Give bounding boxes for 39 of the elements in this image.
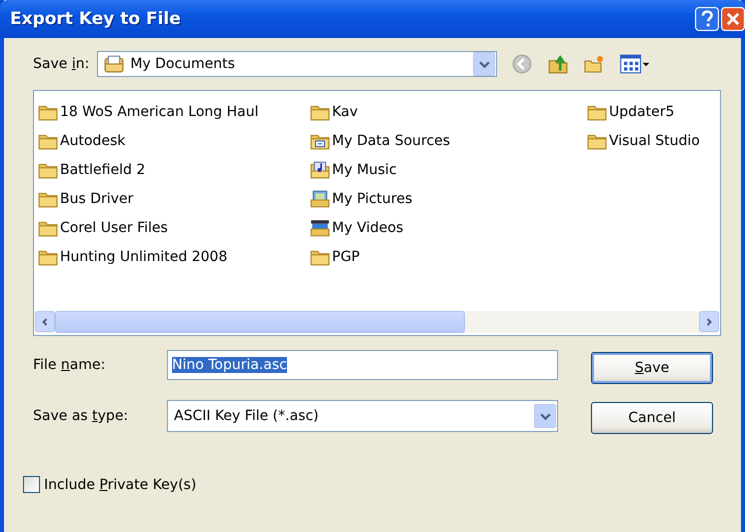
file-item[interactable]: Corel User Files <box>60 220 168 236</box>
music-folder-icon <box>310 160 330 178</box>
file-item[interactable]: Battlefield 2 <box>60 162 146 178</box>
file-item[interactable]: My Data Sources <box>332 132 450 148</box>
include-private-key-label[interactable]: Include Private Key(s) <box>44 476 196 492</box>
save-in-dropdown[interactable]: My Documents <box>97 51 498 77</box>
scroll-right-button[interactable] <box>699 311 719 332</box>
checkbox[interactable] <box>23 476 40 493</box>
save-in-label: Save in: <box>33 56 90 72</box>
views-menu-icon[interactable] <box>619 53 652 75</box>
file-item[interactable]: Updater5 <box>609 104 674 120</box>
file-item[interactable]: My Music <box>332 162 397 178</box>
file-item[interactable]: Bus Driver <box>60 190 134 206</box>
file-item[interactable]: Kav <box>332 104 358 120</box>
help-button[interactable] <box>695 7 719 31</box>
pictures-folder-icon <box>310 190 330 208</box>
save-as-type-dropdown[interactable]: ASCII Key File (*.asc) <box>167 400 558 432</box>
videos-folder-icon <box>310 218 330 236</box>
file-item[interactable]: PGP <box>332 248 360 264</box>
file-item[interactable]: Visual Studio <box>609 132 700 148</box>
file-name-label: File name: <box>33 357 106 373</box>
documents-folder-icon <box>104 55 124 73</box>
scroll-left-button[interactable] <box>35 311 55 332</box>
back-icon[interactable] <box>511 53 534 75</box>
file-name-field[interactable]: Nino Topuria.asc <box>167 350 558 380</box>
scrollbar-thumb[interactable] <box>55 311 465 333</box>
save-button[interactable]: Save <box>591 352 713 384</box>
window-title: Export Key to File <box>10 9 181 29</box>
up-folder-icon[interactable] <box>547 53 570 75</box>
horizontal-scrollbar[interactable] <box>35 311 719 333</box>
file-item[interactable]: Hunting Unlimited 2008 <box>60 248 228 264</box>
file-item[interactable]: 18 WoS American Long Haul <box>60 104 258 120</box>
save-as-type-label: Save as type: <box>33 408 130 424</box>
file-item[interactable]: My Pictures <box>332 190 412 206</box>
file-item[interactable]: Autodesk <box>60 132 126 148</box>
new-folder-icon[interactable] <box>583 53 606 75</box>
file-item[interactable]: My Videos <box>332 220 404 236</box>
cancel-button[interactable]: Cancel <box>591 402 713 434</box>
close-button[interactable] <box>721 7 745 31</box>
